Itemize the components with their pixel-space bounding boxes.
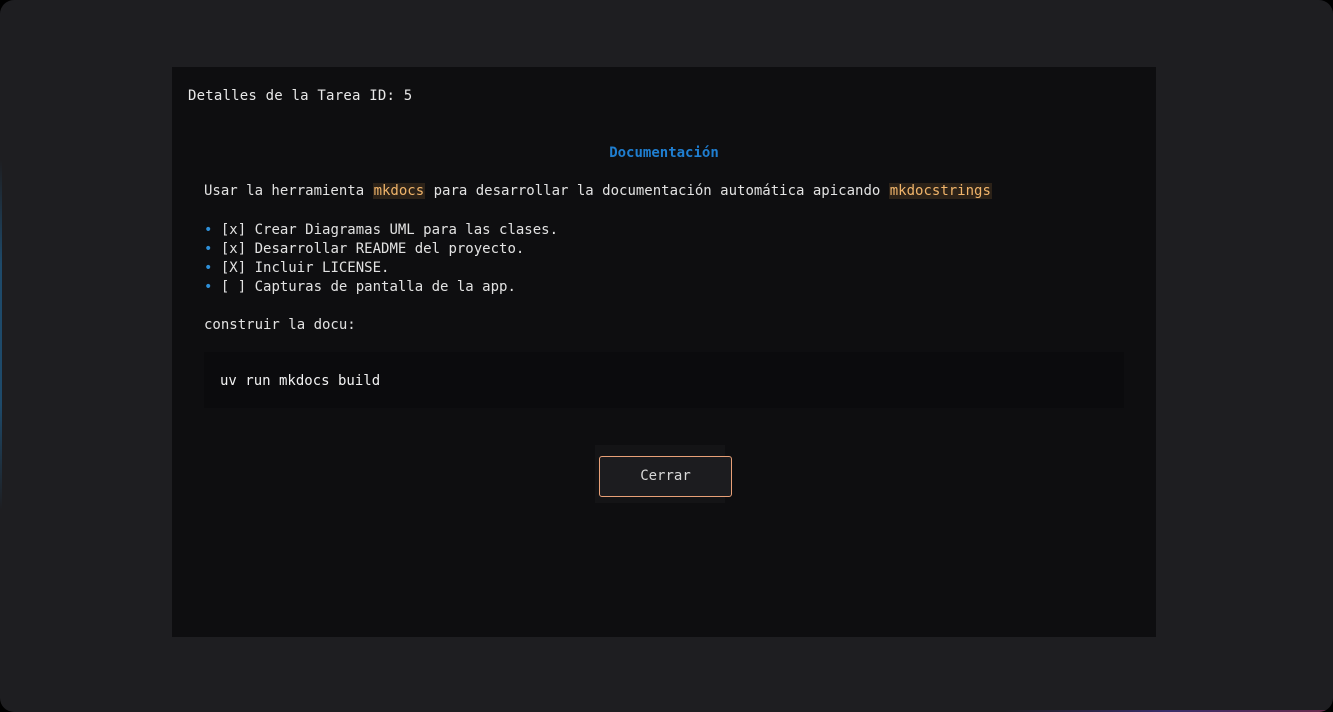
- task-label: [x] Crear Diagramas UML para las clases.: [220, 222, 559, 238]
- description-text: Usar la herramienta: [204, 183, 373, 199]
- close-button[interactable]: Cerrar: [599, 456, 732, 497]
- list-item: • [x] Crear Diagramas UML para las clase…: [204, 221, 558, 240]
- left-edge-accent: [0, 160, 2, 510]
- inline-code-mkdocs: mkdocs: [372, 183, 426, 199]
- description-paragraph: Usar la herramienta mkdocs para desarrol…: [204, 183, 992, 199]
- list-item: • [x] Desarrollar README del proyecto.: [204, 240, 558, 259]
- bullet-icon: •: [204, 222, 213, 238]
- bullet-icon: •: [204, 279, 213, 295]
- bullet-icon: •: [204, 260, 213, 276]
- code-block: uv run mkdocs build: [204, 352, 1124, 408]
- task-checklist: • [x] Crear Diagramas UML para las clase…: [204, 221, 558, 297]
- task-label: [x] Desarrollar README del proyecto.: [220, 241, 525, 257]
- bullet-icon: •: [204, 241, 213, 257]
- modal-title: Detalles de la Tarea ID: 5: [188, 88, 413, 104]
- document-heading: Documentación: [609, 145, 719, 161]
- list-item: • [ ] Capturas de pantalla de la app.: [204, 278, 558, 297]
- inline-code-mkdocstrings: mkdocstrings: [888, 183, 992, 199]
- list-item: • [X] Incluir LICENSE.: [204, 259, 558, 278]
- description-text: para desarrollar la documentación automá…: [425, 183, 889, 199]
- button-container: Cerrar: [595, 445, 732, 503]
- code-block-text: uv run mkdocs build: [220, 373, 381, 389]
- task-details-modal: Detalles de la Tarea ID: 5 Documentación…: [172, 67, 1156, 637]
- build-instructions-label: construir la docu:: [204, 317, 356, 333]
- app-window: Detalles de la Tarea ID: 5 Documentación…: [0, 0, 1333, 712]
- task-label: [X] Incluir LICENSE.: [220, 260, 390, 276]
- task-label: [ ] Capturas de pantalla de la app.: [220, 279, 516, 295]
